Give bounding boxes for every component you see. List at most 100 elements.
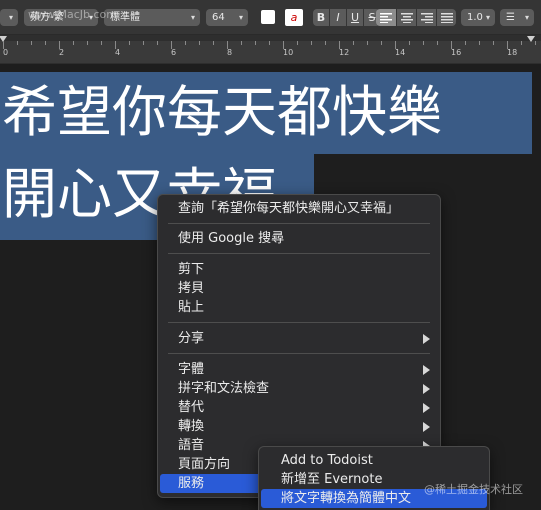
ruler-tick xyxy=(199,41,200,45)
menu-item-spelling-grammar[interactable]: 拼字和文法檢查 xyxy=(158,379,440,398)
ruler-tick xyxy=(129,41,130,45)
strike-label: S xyxy=(368,11,376,24)
ruler-tick xyxy=(353,41,354,45)
menu-item-share[interactable]: 分享 xyxy=(158,329,440,348)
justify-icon xyxy=(440,13,453,23)
ruler-tick xyxy=(521,41,522,45)
submenu-arrow-icon xyxy=(423,403,430,413)
list-style-dropdown[interactable]: ☰ ▾ xyxy=(500,9,534,26)
submenu-arrow-icon xyxy=(423,334,430,344)
menu-item-label: 新增至 Evernote xyxy=(281,472,383,487)
menu-item-label: 分享 xyxy=(178,331,205,346)
right-indent-marker[interactable] xyxy=(527,36,535,42)
ruler-tick xyxy=(115,41,116,49)
bold-button[interactable]: B xyxy=(313,9,329,26)
align-center-button[interactable] xyxy=(397,9,416,26)
text-color-swatch[interactable] xyxy=(261,10,275,24)
menu-item-substitutions[interactable]: 替代 xyxy=(158,398,440,417)
ruler-tick xyxy=(59,41,60,49)
ruler-tick xyxy=(479,41,480,45)
menu-separator xyxy=(168,253,430,254)
menu-item-label: 替代 xyxy=(178,400,205,415)
ruler-tick xyxy=(395,41,396,49)
menu-item-lookup[interactable]: 查詢「希望你每天都快樂開心又幸福」 xyxy=(158,199,440,218)
document-text-line1[interactable]: 希望你每天都快樂 xyxy=(2,82,442,142)
bold-label: B xyxy=(316,11,326,24)
menu-item-cut[interactable]: 剪下 xyxy=(158,260,440,279)
align-right-icon xyxy=(420,13,433,23)
style-dropdown[interactable]: ▾ xyxy=(0,9,18,26)
text-color-glyph: a xyxy=(290,11,298,24)
menu-item-label: Add to Todoist xyxy=(281,453,373,468)
italic-button[interactable]: I xyxy=(330,9,346,26)
menu-item-paste[interactable]: 貼上 xyxy=(158,298,440,317)
ruler-number: 18 xyxy=(507,48,518,57)
ruler-tick xyxy=(423,41,424,45)
ruler-tick xyxy=(297,41,298,45)
menu-item-label: 使用 Google 搜尋 xyxy=(178,231,285,246)
menu-separator xyxy=(168,322,430,323)
ruler-tick xyxy=(507,41,508,49)
align-left-icon xyxy=(380,13,392,23)
ruler-tick xyxy=(45,41,46,45)
menu-item-label: 拷貝 xyxy=(178,281,205,296)
menu-item-label: 將文字轉換為簡體中文 xyxy=(281,491,412,506)
submenu-arrow-icon xyxy=(423,365,430,375)
ruler-tick xyxy=(171,41,172,49)
menu-item-label: 剪下 xyxy=(178,262,205,277)
line-spacing-value: 1.0 xyxy=(467,12,483,23)
ruler-number: 4 xyxy=(115,48,121,57)
menu-item-transformations[interactable]: 轉換 xyxy=(158,417,440,436)
ruler-tick xyxy=(143,41,144,45)
services-submenu: Add to Todoist 新增至 Evernote 將文字轉換為簡體中文 xyxy=(258,446,490,510)
menu-item-label: 服務 xyxy=(178,476,205,491)
justify-button[interactable] xyxy=(437,9,456,26)
ruler-tick xyxy=(311,41,312,45)
ruler-tick xyxy=(3,41,4,49)
ruler-tick xyxy=(339,41,340,49)
highlight-color-button[interactable]: a xyxy=(285,9,303,26)
font-size-value: 64 xyxy=(212,12,225,23)
chevron-down-icon: ▾ xyxy=(524,13,529,22)
menu-separator xyxy=(168,223,430,224)
ruler-number: 16 xyxy=(451,48,462,57)
underline-button[interactable]: U xyxy=(347,9,363,26)
align-right-button[interactable] xyxy=(417,9,436,26)
ruler-number: 6 xyxy=(171,48,177,57)
ruler-tick xyxy=(73,41,74,45)
menu-separator xyxy=(168,353,430,354)
ruler-tick xyxy=(17,41,18,45)
menu-item-label: 頁面方向 xyxy=(178,457,231,472)
line-spacing-dropdown[interactable]: 1.0 ▾ xyxy=(461,9,495,26)
submenu-arrow-icon xyxy=(423,422,430,432)
chevron-down-icon: ▾ xyxy=(238,13,243,22)
ruler-tick xyxy=(437,41,438,45)
ruler-tick xyxy=(409,41,410,45)
align-left-button[interactable] xyxy=(376,9,396,26)
ruler-number: 8 xyxy=(227,48,233,57)
font-style-dropdown[interactable]: 標準體 ▾ xyxy=(104,9,200,26)
ruler-tick xyxy=(493,41,494,45)
menu-item-label: 字體 xyxy=(178,362,205,377)
font-size-combo[interactable]: 64 ▾ xyxy=(206,9,248,26)
ruler-number: 12 xyxy=(339,48,350,57)
ruler-number: 0 xyxy=(3,48,9,57)
watermark: @稀土掘金技术社区 xyxy=(424,483,523,496)
menu-item-google-search[interactable]: 使用 Google 搜尋 xyxy=(158,229,440,248)
menu-item-label: 查詢「希望你每天都快樂開心又幸福」 xyxy=(178,201,400,216)
submenu-arrow-icon xyxy=(423,384,430,394)
ruler: 0 2 4 6 8 10 12 14 16 18 xyxy=(0,35,541,64)
service-add-to-todoist[interactable]: Add to Todoist xyxy=(259,451,489,470)
list-icon: ☰ xyxy=(506,12,515,23)
menu-item-copy[interactable]: 拷貝 xyxy=(158,279,440,298)
ruler-tick xyxy=(451,41,452,49)
menu-item-label: 轉換 xyxy=(178,419,205,434)
ruler-tick xyxy=(87,41,88,45)
menu-item-font[interactable]: 字體 xyxy=(158,360,440,379)
ruler-tick xyxy=(255,41,256,45)
ruler-number: 14 xyxy=(395,48,406,57)
menu-item-label: 語音 xyxy=(178,438,205,453)
ruler-tick xyxy=(157,41,158,45)
ruler-tick xyxy=(269,41,270,45)
ruler-tick xyxy=(325,41,326,45)
